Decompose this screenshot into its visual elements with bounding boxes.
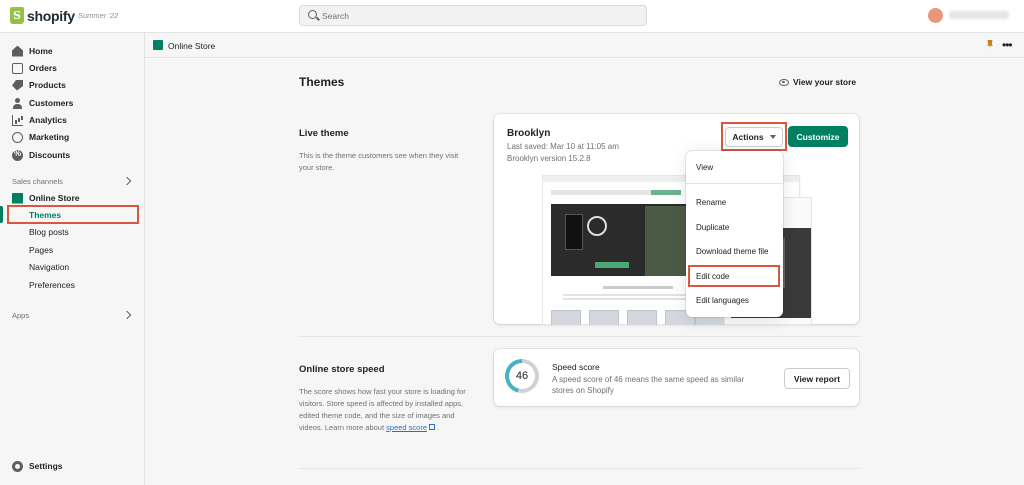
- sidebar-item-label: Orders: [29, 63, 57, 73]
- sidebar-item-customers[interactable]: Customers: [12, 95, 73, 111]
- tag-icon: [12, 79, 23, 91]
- sidebar-item-label: Home: [29, 46, 53, 56]
- home-icon: [12, 45, 23, 57]
- sidebar-item-orders[interactable]: Orders: [12, 60, 57, 76]
- breadcrumb-label: Online Store: [168, 41, 216, 51]
- person-icon: [12, 97, 23, 109]
- sidebar-item-discounts[interactable]: Discounts: [12, 147, 70, 163]
- external-link-icon: [429, 424, 436, 430]
- avatar[interactable]: [928, 8, 943, 23]
- section-divider: [299, 336, 859, 337]
- theme-name: Brooklyn: [507, 128, 551, 139]
- sidebar-item-settings[interactable]: Settings: [12, 458, 63, 474]
- active-indicator: [0, 206, 3, 223]
- search-icon: [308, 10, 317, 19]
- speed-heading: Online store speed: [299, 364, 385, 375]
- view-store-label: View your store: [793, 77, 857, 87]
- speed-description-text: The score shows how fast your store is l…: [299, 387, 466, 432]
- search-bar[interactable]: [299, 5, 647, 26]
- sidebar-subitem-preferences[interactable]: Preferences: [29, 278, 75, 292]
- speed-description-trailing: .: [437, 423, 440, 432]
- actions-dropdown-menu: View Rename Duplicate Download theme fil…: [686, 151, 783, 317]
- pin-icon[interactable]: [987, 40, 993, 49]
- menu-divider: [686, 183, 783, 184]
- theme-version: Brooklyn version 15.2.8: [507, 154, 591, 163]
- menu-item-view[interactable]: View: [686, 159, 783, 177]
- menu-item-rename[interactable]: Rename: [686, 194, 783, 212]
- sidebar-item-analytics[interactable]: Analytics: [12, 112, 67, 128]
- edition-badge: Summer '22: [78, 11, 119, 20]
- sidebar-item-products[interactable]: Products: [12, 77, 66, 93]
- search-input[interactable]: [322, 9, 622, 22]
- target-icon: [12, 131, 23, 143]
- top-bar: shopify Summer '22: [0, 0, 1024, 33]
- orders-icon: [12, 62, 23, 74]
- more-horizontal-icon[interactable]: •••: [1002, 38, 1013, 52]
- chevron-right-icon[interactable]: [122, 176, 132, 186]
- speed-score-title: Speed score: [552, 362, 600, 372]
- speed-description: The score shows how fast your store is l…: [299, 386, 475, 434]
- customize-button[interactable]: Customize: [788, 126, 848, 147]
- breadcrumb: Online Store •••: [145, 33, 1024, 58]
- menu-item-duplicate[interactable]: Duplicate: [686, 219, 783, 237]
- sidebar-subitem-navigation[interactable]: Navigation: [29, 260, 69, 274]
- menu-item-edit-languages[interactable]: Edit languages: [686, 292, 783, 310]
- actions-highlight-box: [721, 122, 787, 151]
- view-store-link[interactable]: View your store: [779, 77, 856, 87]
- chevron-right-icon[interactable]: [122, 310, 132, 320]
- live-theme-heading: Live theme: [299, 128, 349, 139]
- section-divider: [299, 468, 859, 469]
- speed-score-value: 46: [515, 370, 529, 382]
- sidebar-item-label: Marketing: [29, 132, 70, 142]
- apps-label: Apps: [12, 311, 30, 320]
- live-theme-description: This is the theme customers see when the…: [299, 151, 459, 172]
- brand-name: shopify: [27, 7, 75, 24]
- edit-code-highlight-box: [688, 265, 780, 287]
- theme-last-saved: Last saved: Mar 10 at 11:05 am: [507, 142, 619, 151]
- sidebar-item-label: Settings: [29, 461, 63, 471]
- menu-item-download-theme-file[interactable]: Download theme file: [686, 243, 783, 261]
- sidebar-item-label: Discounts: [29, 150, 71, 160]
- themes-highlight-box: [7, 205, 139, 224]
- sales-channels-label: Sales channels: [12, 177, 63, 186]
- eye-icon: [779, 78, 789, 86]
- shopify-bag-icon: [10, 7, 24, 24]
- sidebar-item-home[interactable]: Home: [12, 43, 53, 59]
- view-report-button[interactable]: View report: [784, 368, 850, 389]
- speed-score-description: A speed score of 46 means the same speed…: [552, 375, 745, 395]
- account-name-blurred[interactable]: [949, 11, 1009, 19]
- sidebar: Home Orders Products Customers Analytics…: [0, 33, 145, 485]
- sidebar-item-marketing[interactable]: Marketing: [12, 129, 69, 145]
- sidebar-subitem-pages[interactable]: Pages: [29, 243, 53, 257]
- sidebar-subitem-blog-posts[interactable]: Blog posts: [29, 225, 69, 239]
- sidebar-item-online-store[interactable]: Online Store: [12, 190, 80, 206]
- speed-score-link-label: speed score: [386, 423, 428, 432]
- store-icon: [153, 40, 163, 50]
- sidebar-item-label: Analytics: [29, 115, 67, 125]
- bar-chart-icon: [12, 114, 23, 126]
- shopify-logo[interactable]: shopify: [10, 7, 75, 24]
- gear-icon: [12, 460, 23, 472]
- store-icon: [12, 192, 23, 204]
- page-title: Themes: [299, 75, 345, 89]
- sidebar-item-label: Customers: [29, 98, 74, 108]
- speed-score-link[interactable]: speed score: [386, 423, 427, 432]
- sidebar-item-label: Products: [29, 80, 66, 90]
- discount-icon: [12, 149, 23, 161]
- sidebar-item-label: Online Store: [29, 193, 80, 203]
